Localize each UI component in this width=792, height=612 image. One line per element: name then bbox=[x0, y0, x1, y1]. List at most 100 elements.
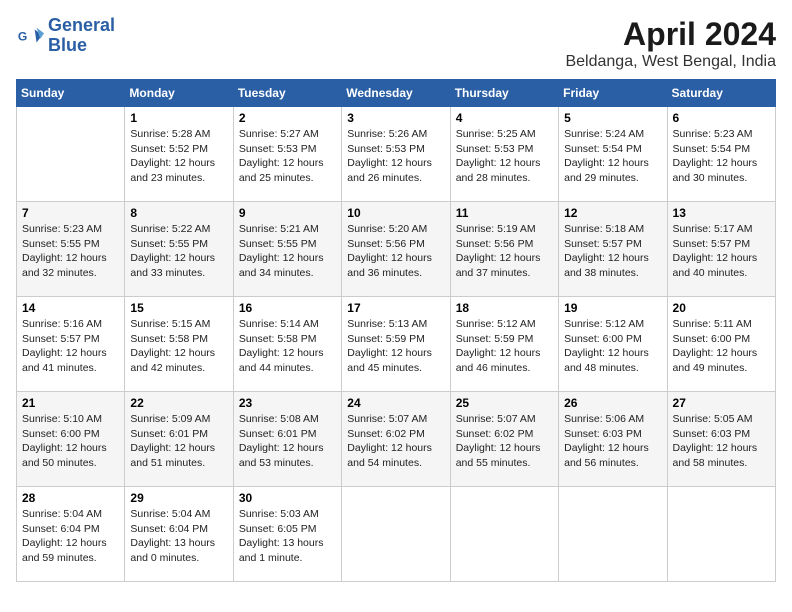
day-number: 24 bbox=[347, 396, 444, 410]
day-info: Sunrise: 5:14 AMSunset: 5:58 PMDaylight:… bbox=[239, 317, 336, 376]
day-info: Sunrise: 5:25 AMSunset: 5:53 PMDaylight:… bbox=[456, 127, 553, 186]
day-info: Sunrise: 5:18 AMSunset: 5:57 PMDaylight:… bbox=[564, 222, 661, 281]
logo-text: General Blue bbox=[48, 16, 115, 56]
day-info: Sunrise: 5:21 AMSunset: 5:55 PMDaylight:… bbox=[239, 222, 336, 281]
day-info: Sunrise: 5:17 AMSunset: 5:57 PMDaylight:… bbox=[673, 222, 770, 281]
calendar-cell: 9 Sunrise: 5:21 AMSunset: 5:55 PMDaylight… bbox=[233, 202, 341, 297]
logo-line1: General bbox=[48, 15, 115, 35]
day-info: Sunrise: 5:22 AMSunset: 5:55 PMDaylight:… bbox=[130, 222, 227, 281]
day-info: Sunrise: 5:19 AMSunset: 5:56 PMDaylight:… bbox=[456, 222, 553, 281]
day-info: Sunrise: 5:26 AMSunset: 5:53 PMDaylight:… bbox=[347, 127, 444, 186]
calendar-cell: 17Sunrise: 5:13 AMSunset: 5:59 PMDayligh… bbox=[342, 297, 450, 392]
day-info: Sunrise: 5:05 AMSunset: 6:03 PMDaylight:… bbox=[673, 412, 770, 471]
day-info: Sunrise: 5:13 AMSunset: 5:59 PMDaylight:… bbox=[347, 317, 444, 376]
day-info: Sunrise: 5:27 AMSunset: 5:53 PMDaylight:… bbox=[239, 127, 336, 186]
day-info: Sunrise: 5:09 AMSunset: 6:01 PMDaylight:… bbox=[130, 412, 227, 471]
day-info: Sunrise: 5:08 AMSunset: 6:01 PMDaylight:… bbox=[239, 412, 336, 471]
calendar-cell: 14 Sunrise: 5:16 AMSunset: 5:57 PMDayligh… bbox=[17, 297, 125, 392]
day-info: Sunrise: 5:23 AMSunset: 5:54 PMDaylight:… bbox=[673, 127, 770, 186]
calendar-cell: 3 Sunrise: 5:26 AMSunset: 5:53 PMDaylight… bbox=[342, 107, 450, 202]
day-number: 13 bbox=[673, 206, 770, 220]
day-number: 6 bbox=[673, 111, 770, 125]
calendar-cell: 20 Sunrise: 5:11 AMSunset: 6:00 PMDayligh… bbox=[667, 297, 775, 392]
calendar-cell: 6 Sunrise: 5:23 AMSunset: 5:54 PMDaylight… bbox=[667, 107, 775, 202]
calendar-cell: 4 Sunrise: 5:25 AMSunset: 5:53 PMDaylight… bbox=[450, 107, 558, 202]
svg-text:G: G bbox=[18, 29, 27, 43]
day-number: 27 bbox=[673, 396, 770, 410]
calendar-table: SundayMondayTuesdayWednesdayThursdayFrid… bbox=[16, 79, 776, 582]
day-number: 25 bbox=[456, 396, 553, 410]
day-info: Sunrise: 5:16 AMSunset: 5:57 PMDaylight:… bbox=[22, 317, 119, 376]
calendar-cell: 16Sunrise: 5:14 AMSunset: 5:58 PMDayligh… bbox=[233, 297, 341, 392]
calendar-cell bbox=[342, 487, 450, 582]
day-info: Sunrise: 5:04 AMSunset: 6:04 PMDaylight:… bbox=[130, 507, 227, 566]
day-number: 19 bbox=[564, 301, 661, 315]
calendar-cell: 5 Sunrise: 5:24 AMSunset: 5:54 PMDaylight… bbox=[559, 107, 667, 202]
calendar-cell: 12Sunrise: 5:18 AMSunset: 5:57 PMDayligh… bbox=[559, 202, 667, 297]
day-info: Sunrise: 5:12 AMSunset: 5:59 PMDaylight:… bbox=[456, 317, 553, 376]
day-number: 21 bbox=[22, 396, 119, 410]
column-header-thursday: Thursday bbox=[450, 80, 558, 107]
day-info: Sunrise: 5:06 AMSunset: 6:03 PMDaylight:… bbox=[564, 412, 661, 471]
column-header-wednesday: Wednesday bbox=[342, 80, 450, 107]
calendar-cell: 13 Sunrise: 5:17 AMSunset: 5:57 PMDayligh… bbox=[667, 202, 775, 297]
day-info: Sunrise: 5:07 AMSunset: 6:02 PMDaylight:… bbox=[456, 412, 553, 471]
logo-icon: G bbox=[16, 22, 44, 50]
day-info: Sunrise: 5:23 AMSunset: 5:55 PMDaylight:… bbox=[22, 222, 119, 281]
logo-line2: Blue bbox=[48, 35, 87, 55]
column-header-sunday: Sunday bbox=[17, 80, 125, 107]
day-number: 8 bbox=[130, 206, 227, 220]
title-block: April 2024 Beldanga, West Bengal, India bbox=[565, 16, 776, 71]
calendar-cell: 15 Sunrise: 5:15 AMSunset: 5:58 PMDayligh… bbox=[125, 297, 233, 392]
week-row-3: 14 Sunrise: 5:16 AMSunset: 5:57 PMDayligh… bbox=[17, 297, 776, 392]
calendar-cell: 10Sunrise: 5:20 AMSunset: 5:56 PMDayligh… bbox=[342, 202, 450, 297]
day-number: 28 bbox=[22, 491, 119, 505]
day-number: 10 bbox=[347, 206, 444, 220]
calendar-cell bbox=[559, 487, 667, 582]
calendar-cell bbox=[450, 487, 558, 582]
calendar-cell: 19 Sunrise: 5:12 AMSunset: 6:00 PMDayligh… bbox=[559, 297, 667, 392]
week-row-4: 21Sunrise: 5:10 AMSunset: 6:00 PMDayligh… bbox=[17, 392, 776, 487]
day-number: 15 bbox=[130, 301, 227, 315]
day-info: Sunrise: 5:24 AMSunset: 5:54 PMDaylight:… bbox=[564, 127, 661, 186]
day-number: 26 bbox=[564, 396, 661, 410]
day-number: 30 bbox=[239, 491, 336, 505]
day-number: 7 bbox=[22, 206, 119, 220]
day-number: 23 bbox=[239, 396, 336, 410]
day-number: 5 bbox=[564, 111, 661, 125]
day-info: Sunrise: 5:28 AMSunset: 5:52 PMDaylight:… bbox=[130, 127, 227, 186]
calendar-cell: 11Sunrise: 5:19 AMSunset: 5:56 PMDayligh… bbox=[450, 202, 558, 297]
calendar-cell: 25 Sunrise: 5:07 AMSunset: 6:02 PMDayligh… bbox=[450, 392, 558, 487]
day-info: Sunrise: 5:11 AMSunset: 6:00 PMDaylight:… bbox=[673, 317, 770, 376]
calendar-cell: 23 Sunrise: 5:08 AMSunset: 6:01 PMDayligh… bbox=[233, 392, 341, 487]
week-row-5: 28 Sunrise: 5:04 AMSunset: 6:04 PMDayligh… bbox=[17, 487, 776, 582]
day-info: Sunrise: 5:12 AMSunset: 6:00 PMDaylight:… bbox=[564, 317, 661, 376]
calendar-cell: 30 Sunrise: 5:03 AMSunset: 6:05 PMDayligh… bbox=[233, 487, 341, 582]
calendar-cell bbox=[667, 487, 775, 582]
month-title: April 2024 bbox=[565, 16, 776, 53]
calendar-cell: 27 Sunrise: 5:05 AMSunset: 6:03 PMDayligh… bbox=[667, 392, 775, 487]
day-number: 14 bbox=[22, 301, 119, 315]
calendar-cell: 8 Sunrise: 5:22 AMSunset: 5:55 PMDaylight… bbox=[125, 202, 233, 297]
logo: G General Blue bbox=[16, 16, 115, 56]
day-number: 4 bbox=[456, 111, 553, 125]
day-number: 20 bbox=[673, 301, 770, 315]
day-number: 9 bbox=[239, 206, 336, 220]
calendar-cell: 22Sunrise: 5:09 AMSunset: 6:01 PMDayligh… bbox=[125, 392, 233, 487]
column-header-saturday: Saturday bbox=[667, 80, 775, 107]
day-info: Sunrise: 5:15 AMSunset: 5:58 PMDaylight:… bbox=[130, 317, 227, 376]
calendar-cell bbox=[17, 107, 125, 202]
day-info: Sunrise: 5:04 AMSunset: 6:04 PMDaylight:… bbox=[22, 507, 119, 566]
calendar-cell: 26 Sunrise: 5:06 AMSunset: 6:03 PMDayligh… bbox=[559, 392, 667, 487]
day-number: 2 bbox=[239, 111, 336, 125]
location-title: Beldanga, West Bengal, India bbox=[565, 53, 776, 71]
week-row-2: 7 Sunrise: 5:23 AMSunset: 5:55 PMDaylight… bbox=[17, 202, 776, 297]
page-header: G General Blue April 2024 Beldanga, West… bbox=[16, 16, 776, 71]
day-number: 3 bbox=[347, 111, 444, 125]
calendar-cell: 21Sunrise: 5:10 AMSunset: 6:00 PMDayligh… bbox=[17, 392, 125, 487]
calendar-cell: 1Sunrise: 5:28 AMSunset: 5:52 PMDaylight… bbox=[125, 107, 233, 202]
column-header-monday: Monday bbox=[125, 80, 233, 107]
day-info: Sunrise: 5:07 AMSunset: 6:02 PMDaylight:… bbox=[347, 412, 444, 471]
day-info: Sunrise: 5:03 AMSunset: 6:05 PMDaylight:… bbox=[239, 507, 336, 566]
calendar-cell: 24 Sunrise: 5:07 AMSunset: 6:02 PMDayligh… bbox=[342, 392, 450, 487]
